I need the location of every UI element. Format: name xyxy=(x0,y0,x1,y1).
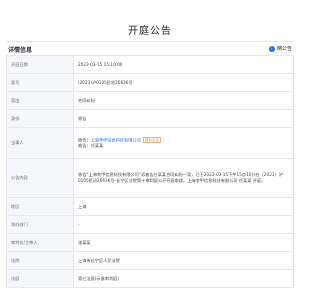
field-value: 合同纠纷 xyxy=(73,91,294,110)
defendant-name: 任某某 xyxy=(90,143,104,149)
table-row: 地区 上海 xyxy=(6,197,294,216)
notice-link[interactable]: i 精公告 xyxy=(268,45,292,52)
field-key: 公告内容 xyxy=(6,158,74,198)
field-value: - xyxy=(73,215,294,234)
table-row: 法庭 第七法庭(示意审判庭) xyxy=(6,269,294,288)
parties-value: 原告：上海李甲信息科技有限公司 疑似企业 被告：任某某 xyxy=(73,127,294,159)
field-key: 法庭 xyxy=(6,269,74,288)
field-key: 地区 xyxy=(6,197,74,216)
field-key: 开庭日期 xyxy=(6,55,74,74)
field-key: 当事人 xyxy=(6,127,74,159)
field-value: (2023)沪0105民初26636号 xyxy=(73,73,294,92)
table-row: 法院 上海市长宁区人民法院 xyxy=(6,251,294,270)
notice-link-label: 精公告 xyxy=(276,46,292,52)
field-key: 身份 xyxy=(6,109,74,128)
field-value: 张某某 xyxy=(73,233,294,252)
plaintiff-prefix: 原告： xyxy=(78,137,91,142)
table-row: 身份 原告 xyxy=(6,109,294,128)
field-value: 原告 xyxy=(73,109,294,128)
field-key: 承办部门 xyxy=(6,215,74,234)
field-value: 2023-03-15 15:10:00 xyxy=(73,55,294,74)
field-key: 审判长/主审人 xyxy=(6,233,74,252)
plaintiff-link[interactable]: 上海李甲信息科技有限公司 xyxy=(91,137,141,142)
table-row: 当事人 原告：上海李甲信息科技有限公司 疑似企业 被告：任某某 xyxy=(6,127,294,159)
table-row: 审判长/主审人 张某某 xyxy=(6,233,294,252)
defendant-prefix: 被告： xyxy=(78,143,91,149)
field-key: 案由 xyxy=(6,91,74,110)
table-row: 案由 合同纠纷 xyxy=(6,91,294,110)
table-row: 开庭日期 2023-03-15 15:10:00 xyxy=(6,55,294,74)
table-row: 案号 (2023)沪0105民初26636号 xyxy=(6,73,294,92)
table-row: 承办部门 - xyxy=(6,215,294,234)
detail-table: 开庭日期 2023-03-15 15:10:00 案号 (2023)沪0105民… xyxy=(6,55,294,288)
field-value: 第七法庭(示意审判庭) xyxy=(73,269,294,288)
page-title: 开庭公告 xyxy=(128,26,172,37)
field-value: 原告“上海李甲信息科技有限公司”诉被告任某某合同纠纷一案，已于2023-03-1… xyxy=(73,158,294,198)
title-divider xyxy=(6,41,294,42)
field-key: 法院 xyxy=(6,251,74,270)
field-key: 案号 xyxy=(6,73,74,92)
defendant-line: 被告：任某某 xyxy=(78,143,289,149)
info-icon: i xyxy=(268,45,275,52)
plaintiff-tag: 疑似企业 xyxy=(142,136,162,144)
field-value: 上海市长宁区人民法院 xyxy=(73,251,294,270)
section-label: 详情信息 xyxy=(8,47,33,54)
table-row: 公告内容 原告“上海李甲信息科技有限公司”诉被告任某某合同纠纷一案，已于2023… xyxy=(6,158,294,198)
field-value: 上海 xyxy=(73,197,294,216)
